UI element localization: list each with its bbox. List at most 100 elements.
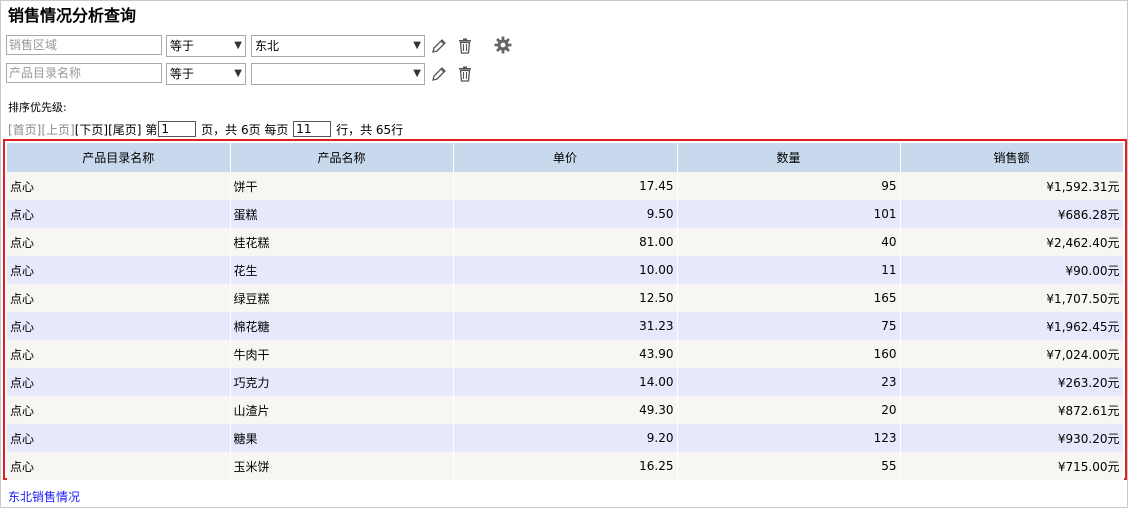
table-cell: ¥872.61元 [900,396,1124,424]
table-row: 点心 蛋糕 9.50 101 ¥686.28元 [7,200,1124,228]
table-cell: ¥686.28元 [900,200,1124,228]
table-cell: 55 [677,452,901,480]
table-cell: 棉花糖 [230,312,454,340]
table-cell: 蛋糕 [230,200,454,228]
table-cell: ¥90.00元 [900,256,1124,284]
table-cell: 点心 [7,452,231,480]
table-cell: 牛肉干 [230,340,454,368]
operator-select[interactable]: 等于 ▼ [166,35,246,57]
table-cell: 点心 [7,396,231,424]
value-select[interactable]: 东北 ▼ [251,35,425,57]
filter-row-region: 等于 ▼ 东北 ▼ [6,35,526,57]
page-number-input[interactable] [158,121,197,137]
trash-icon[interactable] [456,65,474,83]
table-cell: 31.23 [453,312,678,340]
table-cell: 点心 [7,284,231,312]
table-cell: 123 [677,424,901,452]
table-cell: 165 [677,284,901,312]
table-cell: 点心 [7,200,231,228]
table-cell: ¥263.20元 [900,368,1124,396]
column-header[interactable]: 销售额 [900,143,1124,172]
column-header[interactable]: 产品目录名称 [7,143,231,172]
table-cell: 糖果 [230,424,454,452]
table-cell: 101 [677,200,901,228]
table-cell: 11 [677,256,901,284]
filter-row-category: 等于 ▼ ▼ [6,63,526,85]
table-cell: 点心 [7,368,231,396]
table-cell: ¥715.00元 [900,452,1124,480]
table-row: 点心 棉花糖 31.23 75 ¥1,962.45元 [7,312,1124,340]
table-cell: ¥1,707.50元 [900,284,1124,312]
prev-page-link[interactable]: [上页] [41,121,74,139]
next-page-link[interactable]: [下页] [75,121,108,139]
table-cell: 95 [677,172,901,200]
pencil-icon[interactable] [430,37,448,55]
table-cell: 点心 [7,256,231,284]
table-row: 点心 桂花糕 81.00 40 ¥2,462.40元 [7,228,1124,256]
last-page-link[interactable]: [尾页] [108,121,141,139]
table-cell: 点心 [7,340,231,368]
sort-priority-label: 排序优先级: [8,101,67,114]
sales-table: 产品目录名称 产品名称 单价 数量 销售额 点心 饼干 17.45 95 ¥1,592.… [7,143,1124,480]
table-cell: 17.45 [453,172,678,200]
table-cell: 点心 [7,312,231,340]
table-cell: 点心 [7,228,231,256]
table-cell: 12.50 [453,284,678,312]
page-prefix: 第 [145,123,158,137]
column-header[interactable]: 产品名称 [230,143,454,172]
table-cell: 9.20 [453,424,678,452]
table-row: 点心 花生 10.00 11 ¥90.00元 [7,256,1124,284]
chevron-down-icon: ▼ [413,68,421,79]
sales-table-container: 产品目录名称 产品名称 单价 数量 销售额 点心 饼干 17.45 95 ¥1,592.… [3,139,1127,480]
chevron-down-icon: ▼ [234,68,242,79]
table-cell: ¥2,462.40元 [900,228,1124,256]
table-cell: 40 [677,228,901,256]
gear-icon[interactable] [493,35,513,55]
filter-field-input[interactable] [6,35,162,55]
table-cell: 160 [677,340,901,368]
table-cell: 75 [677,312,901,340]
region-sales-link[interactable]: 东北销售情况 [8,488,80,505]
pencil-icon[interactable] [430,65,448,83]
first-page-link[interactable]: [首页] [8,121,41,139]
table-row: 点心 糖果 9.20 123 ¥930.20元 [7,424,1124,452]
table-row: 点心 饼干 17.45 95 ¥1,592.31元 [7,172,1124,200]
filter-field-input[interactable] [6,63,162,83]
table-cell: 23 [677,368,901,396]
table-cell: 14.00 [453,368,678,396]
operator-value: 等于 [170,67,195,81]
table-cell: ¥7,024.00元 [900,340,1124,368]
table-cell: 花生 [230,256,454,284]
table-cell: 81.00 [453,228,678,256]
page-title: 销售情况分析查询 [8,6,137,25]
table-cell: 点心 [7,424,231,452]
operator-value: 等于 [170,39,195,53]
table-cell: ¥1,592.31元 [900,172,1124,200]
page-suffix: 页，共 6页 每页 [201,123,289,137]
table-cell: ¥1,962.45元 [900,312,1124,340]
chevron-down-icon: ▼ [234,40,242,51]
table-row: 点心 山渣片 49.30 20 ¥872.61元 [7,396,1124,424]
table-cell: 49.30 [453,396,678,424]
value-select[interactable]: ▼ [251,63,425,85]
table-row: 点心 玉米饼 16.25 55 ¥715.00元 [7,452,1124,480]
table-cell: 9.50 [453,200,678,228]
operator-select[interactable]: 等于 ▼ [166,63,246,85]
rows-suffix: 行，共 65行 [336,123,404,137]
value-text: 东北 [255,39,280,53]
table-cell: 点心 [7,172,231,200]
column-header[interactable]: 数量 [677,143,901,172]
table-cell: 10.00 [453,256,678,284]
table-cell: 巧克力 [230,368,454,396]
table-cell: 16.25 [453,452,678,480]
table-cell: 饼干 [230,172,454,200]
table-row: 点心 绿豆糕 12.50 165 ¥1,707.50元 [7,284,1124,312]
table-cell: ¥930.20元 [900,424,1124,452]
trash-icon[interactable] [456,37,474,55]
table-cell: 绿豆糕 [230,284,454,312]
table-cell: 20 [677,396,901,424]
table-cell: 山渣片 [230,396,454,424]
column-header[interactable]: 单价 [453,143,678,172]
table-cell: 玉米饼 [230,452,454,480]
rows-per-page-input[interactable] [293,121,332,137]
